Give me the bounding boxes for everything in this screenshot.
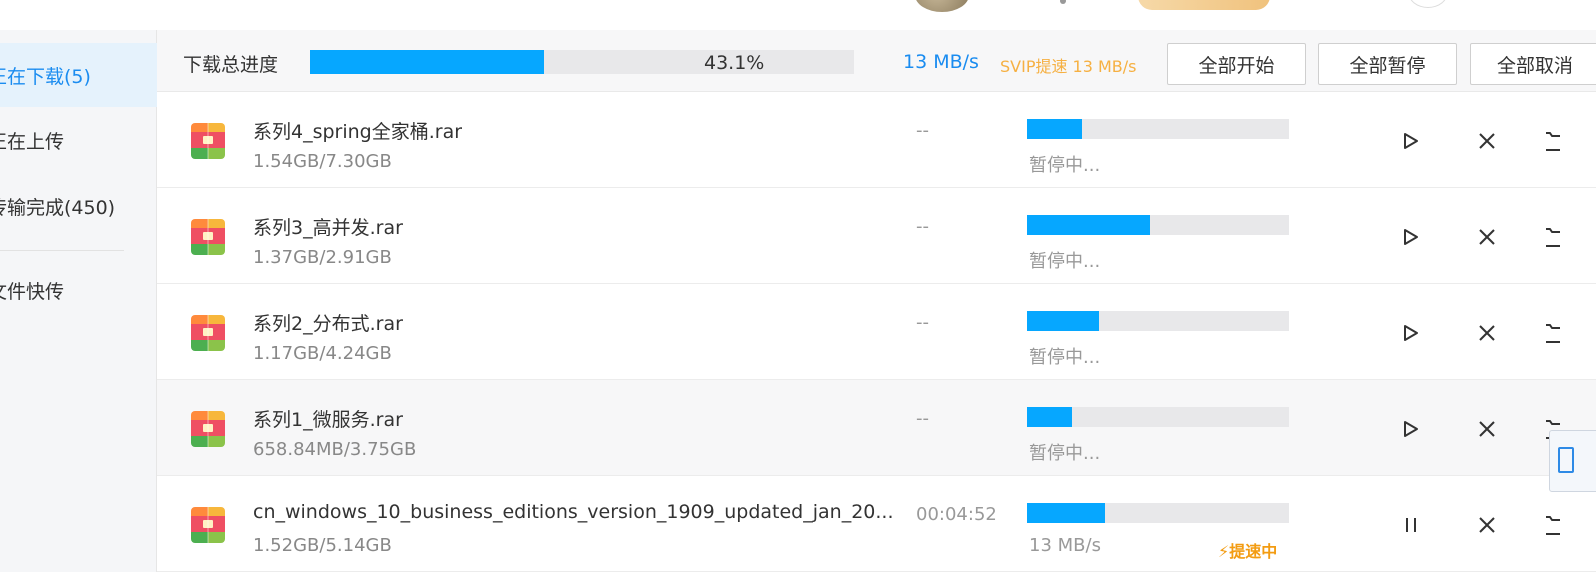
download-status: 暂停中... — [1029, 251, 1101, 272]
download-status: 暂停中... — [1029, 443, 1101, 464]
file-name: 系列4_spring全家桶.rar — [253, 121, 463, 143]
download-row[interactable]: 系列1_微服务.rar 658.84MB/3.75GB -- 暂停中... — [157, 380, 1596, 476]
close-icon — [1478, 132, 1496, 150]
file-size: 1.17GB/4.24GB — [253, 343, 392, 364]
file-progress-fill — [1027, 311, 1100, 331]
file-progress-bar — [1027, 407, 1289, 427]
cancel-download-button[interactable] — [1474, 512, 1500, 538]
pause-icon — [1404, 517, 1418, 533]
file-progress-fill — [1027, 119, 1083, 139]
close-icon — [1478, 420, 1496, 438]
sidebar-item-uploading[interactable]: 正在上传 — [0, 108, 157, 172]
close-icon — [1478, 516, 1496, 534]
file-progress-bar — [1027, 311, 1289, 331]
time-remaining: -- — [916, 120, 929, 141]
boost-badge[interactable]: ⚡提速中 — [1218, 538, 1277, 562]
close-icon — [1478, 228, 1496, 246]
folder-icon — [1546, 226, 1560, 248]
pause-all-button[interactable]: 全部暂停 — [1318, 43, 1457, 85]
time-remaining: 00:04:52 — [916, 504, 997, 525]
download-status: 暂停中... — [1029, 155, 1101, 176]
widget-icon — [1558, 447, 1574, 473]
download-row[interactable]: 系列2_分布式.rar 1.17GB/4.24GB -- 暂停中... — [157, 284, 1596, 380]
rar-file-icon — [191, 411, 225, 447]
rar-file-icon — [191, 315, 225, 351]
file-size: 1.54GB/7.30GB — [253, 151, 392, 172]
avatar[interactable] — [915, 0, 969, 12]
resume-button[interactable] — [1398, 128, 1424, 154]
close-icon — [1478, 324, 1496, 342]
time-remaining: -- — [916, 312, 929, 333]
file-progress-bar — [1027, 215, 1289, 235]
sidebar-item-label: 正在下载(5) — [0, 65, 91, 88]
open-folder-button[interactable] — [1546, 224, 1560, 250]
top-toolbar — [0, 0, 1596, 30]
file-progress-fill — [1027, 215, 1151, 235]
sidebar-item-label: 正在上传 — [0, 130, 65, 153]
file-progress-bar — [1027, 503, 1289, 523]
cancel-download-button[interactable] — [1474, 128, 1500, 154]
rar-file-icon — [191, 219, 225, 255]
cancel-download-button[interactable] — [1474, 416, 1500, 442]
vip-button[interactable] — [1138, 0, 1270, 10]
notification-dot — [1060, 0, 1066, 4]
cancel-download-button[interactable] — [1474, 320, 1500, 346]
resume-button[interactable] — [1398, 416, 1424, 442]
rar-file-icon — [191, 507, 225, 543]
sidebar-divider — [0, 250, 124, 251]
sidebar-item-label: 传输完成(450) — [0, 196, 116, 219]
folder-icon — [1546, 514, 1560, 536]
total-progress-bar: 43.1% — [310, 50, 854, 74]
file-name: cn_windows_10_business_editions_version_… — [253, 501, 894, 523]
download-row[interactable]: 系列4_spring全家桶.rar 1.54GB/7.30GB -- 暂停中..… — [157, 92, 1596, 188]
file-name: 系列3_高并发.rar — [253, 217, 403, 239]
open-folder-button[interactable] — [1546, 128, 1560, 154]
play-icon — [1403, 132, 1419, 150]
download-status: 13 MB/s — [1029, 535, 1101, 556]
total-progress-label: 下载总进度 — [183, 54, 279, 76]
folder-icon — [1546, 130, 1560, 152]
resume-button[interactable] — [1398, 224, 1424, 250]
floating-widget[interactable] — [1549, 430, 1596, 492]
download-row[interactable]: cn_windows_10_business_editions_version_… — [157, 476, 1596, 572]
play-icon — [1403, 420, 1419, 438]
rar-file-icon — [191, 123, 225, 159]
file-progress-fill — [1027, 503, 1105, 523]
sidebar-item-label: 文件快传 — [0, 280, 65, 303]
time-remaining: -- — [916, 408, 929, 429]
sidebar-item-quick-transfer[interactable]: 文件快传 — [0, 258, 157, 322]
download-list-panel: 下载总进度 43.1% 13 MB/s SVIP提速 13 MB/s 全部开始 … — [157, 30, 1596, 572]
folder-icon — [1546, 322, 1560, 344]
open-folder-button[interactable] — [1546, 512, 1560, 538]
total-progress-fill — [310, 50, 545, 74]
play-icon — [1403, 228, 1419, 246]
cancel-all-button[interactable]: 全部取消 — [1470, 43, 1596, 85]
time-remaining: -- — [916, 216, 929, 237]
file-progress-bar — [1027, 119, 1289, 139]
svip-speed[interactable]: SVIP提速 13 MB/s — [1000, 53, 1137, 77]
settings-button[interactable] — [1408, 0, 1448, 8]
sidebar: 正在下载(5) 正在上传 传输完成(450) 文件快传 — [0, 30, 157, 572]
download-row[interactable]: 系列3_高并发.rar 1.37GB/2.91GB -- 暂停中... — [157, 188, 1596, 284]
file-size: 1.52GB/5.14GB — [253, 535, 392, 556]
file-name: 系列2_分布式.rar — [253, 313, 403, 335]
open-folder-button[interactable] — [1546, 320, 1560, 346]
file-size: 1.37GB/2.91GB — [253, 247, 392, 268]
cancel-download-button[interactable] — [1474, 224, 1500, 250]
start-all-button[interactable]: 全部开始 — [1167, 43, 1306, 85]
sidebar-item-completed[interactable]: 传输完成(450) — [0, 174, 157, 238]
resume-button[interactable] — [1398, 320, 1424, 346]
download-speed: 13 MB/s — [903, 51, 979, 73]
sidebar-item-downloading[interactable]: 正在下载(5) — [0, 43, 157, 107]
lightning-icon: ⚡ — [1218, 542, 1230, 561]
total-progress-header: 下载总进度 43.1% 13 MB/s SVIP提速 13 MB/s 全部开始 … — [157, 30, 1596, 92]
pause-button[interactable] — [1398, 512, 1424, 538]
download-status: 暂停中... — [1029, 347, 1101, 368]
boost-label: 提速中 — [1229, 542, 1278, 561]
total-progress-percent: 43.1% — [704, 52, 765, 74]
play-icon — [1403, 324, 1419, 342]
file-size: 658.84MB/3.75GB — [253, 439, 417, 460]
file-progress-fill — [1027, 407, 1073, 427]
file-name: 系列1_微服务.rar — [253, 409, 403, 431]
